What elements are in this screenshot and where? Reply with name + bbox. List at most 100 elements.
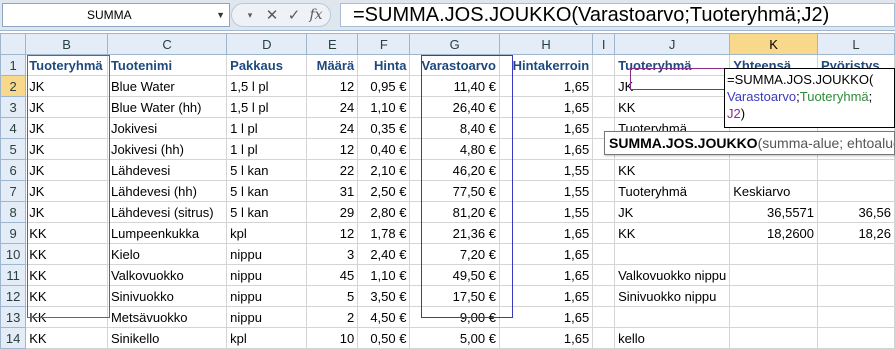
cell-I6[interactable] (592, 159, 616, 181)
cell-C3[interactable]: Blue Water (hh) (106, 96, 228, 118)
cell-E6[interactable]: 22 (306, 159, 359, 181)
cell-C7[interactable]: Lähdevesi (hh) (106, 180, 228, 202)
tooltip-function-name[interactable]: SUMMA.JOS.JOUKKO (609, 135, 758, 151)
cell-E11[interactable]: 45 (306, 264, 359, 286)
cell-D6[interactable]: 5 l kan (226, 159, 308, 181)
cell-H14[interactable]: 1,65 (498, 327, 594, 349)
cell-F10[interactable]: 2,40 € (357, 243, 411, 265)
cell-E3[interactable]: 24 (306, 96, 359, 118)
cell-K6[interactable] (729, 159, 819, 181)
cell-H8[interactable]: 1,55 (498, 201, 594, 223)
cell-E10[interactable]: 3 (306, 243, 359, 265)
cell-J7[interactable]: Tuoteryhmä (614, 180, 731, 202)
cell-H1[interactable]: Hintakerroin (498, 54, 594, 76)
cell-F2[interactable]: 0,95 € (357, 75, 411, 97)
cell-L14[interactable] (817, 327, 895, 349)
cell-L10[interactable] (817, 243, 895, 265)
cell-L11[interactable] (817, 264, 895, 286)
cell-D9[interactable]: kpl (226, 222, 308, 244)
cell-E7[interactable]: 31 (306, 180, 359, 202)
cell-H6[interactable]: 1,55 (498, 159, 594, 181)
cell-F1[interactable]: Hinta (357, 54, 411, 76)
cell-D2[interactable]: 1,5 l pl (226, 75, 308, 97)
cell-L9[interactable]: 18,26 (817, 222, 895, 244)
column-header-E[interactable]: E (306, 33, 359, 55)
row-header[interactable]: 12 (0, 285, 27, 307)
row-header[interactable]: 14 (0, 327, 27, 349)
cell-E5[interactable]: 12 (306, 138, 359, 160)
column-header-C[interactable]: C (106, 33, 228, 55)
cell-E4[interactable]: 24 (306, 117, 359, 139)
row-header[interactable]: 4 (0, 117, 27, 139)
cell-E1[interactable]: Määrä (306, 54, 359, 76)
column-header-G[interactable]: G (409, 33, 500, 55)
cell-C9[interactable]: Lumpeenkukka (106, 222, 228, 244)
cell-J9[interactable]: KK (614, 222, 731, 244)
cell-L6[interactable] (817, 159, 895, 181)
row-header[interactable]: 8 (0, 201, 27, 223)
cell-F4[interactable]: 0,35 € (357, 117, 411, 139)
row-header[interactable]: 5 (0, 138, 27, 160)
cell-K13[interactable] (729, 306, 819, 328)
cell-B14[interactable]: KK (25, 327, 108, 349)
chevron-down-icon[interactable]: ▼ (216, 4, 225, 26)
cell-C6[interactable]: Lähdevesi (106, 159, 228, 181)
name-box[interactable]: SUMMA ▼ (2, 3, 230, 27)
cell-I11[interactable] (592, 264, 616, 286)
row-header[interactable]: 9 (0, 222, 27, 244)
cell-D14[interactable]: kpl (226, 327, 308, 349)
cell-D7[interactable]: 5 l kan (226, 180, 308, 202)
column-header-D[interactable]: D (226, 33, 308, 55)
cell-K10[interactable] (729, 243, 819, 265)
cell-F5[interactable]: 0,40 € (357, 138, 411, 160)
cell-I7[interactable] (592, 180, 616, 202)
cell-F9[interactable]: 1,78 € (357, 222, 411, 244)
cell-D1[interactable]: Pakkaus (226, 54, 308, 76)
cell-D12[interactable]: nippu (226, 285, 308, 307)
cell-D3[interactable]: 1,5 l pl (226, 96, 308, 118)
row-header[interactable]: 6 (0, 159, 27, 181)
cell-I14[interactable] (592, 327, 616, 349)
cell-L12[interactable] (817, 285, 895, 307)
column-header-H[interactable]: H (498, 33, 594, 55)
cell-H3[interactable]: 1,65 (498, 96, 594, 118)
column-header-I[interactable]: I (592, 33, 616, 55)
insert-function-icon[interactable]: fx (306, 6, 326, 25)
column-header-K[interactable]: K (729, 33, 819, 55)
cell-J13[interactable] (614, 306, 731, 328)
cell-E12[interactable]: 5 (306, 285, 359, 307)
dropdown-icon[interactable]: ▾ (240, 6, 260, 25)
row-header[interactable]: 3 (0, 96, 27, 118)
column-header-L[interactable]: L (817, 33, 895, 55)
cell-L8[interactable]: 36,56 (817, 201, 895, 223)
cell-F13[interactable]: 4,50 € (357, 306, 411, 328)
cell-C5[interactable]: Jokivesi (hh) (106, 138, 228, 160)
cell-D11[interactable]: nippu (226, 264, 308, 286)
select-all-corner[interactable] (0, 33, 27, 55)
cell-C14[interactable]: Sinikello (106, 327, 228, 349)
row-header[interactable]: 11 (0, 264, 27, 286)
cell-J12[interactable]: Sinivuokko nippu (614, 285, 731, 307)
cancel-icon[interactable]: ✕ (262, 6, 282, 25)
cell-H4[interactable]: 1,65 (498, 117, 594, 139)
cell-K11[interactable] (729, 264, 819, 286)
cell-E8[interactable]: 29 (306, 201, 359, 223)
cell-I3[interactable] (592, 96, 616, 118)
cell-F6[interactable]: 2,10 € (357, 159, 411, 181)
cell-L13[interactable] (817, 306, 895, 328)
cell-J14[interactable]: kello (614, 327, 731, 349)
cell-D13[interactable]: nippu (226, 306, 308, 328)
cell-C13[interactable]: Metsävuokko (106, 306, 228, 328)
cell-C8[interactable]: Lähdevesi (sitrus) (106, 201, 228, 223)
cell-C12[interactable]: Sinivuokko (106, 285, 228, 307)
cell-I1[interactable] (592, 54, 616, 76)
cell-F3[interactable]: 1,10 € (357, 96, 411, 118)
cell-E9[interactable]: 12 (306, 222, 359, 244)
cell-G14[interactable]: 5,00 € (409, 327, 500, 349)
cell-K8[interactable]: 36,5571 (729, 201, 819, 223)
cell-D5[interactable]: 1 l pl (226, 138, 308, 160)
cell-D10[interactable]: nippu (226, 243, 308, 265)
cell-I10[interactable] (592, 243, 616, 265)
cell-I12[interactable] (592, 285, 616, 307)
cell-C10[interactable]: Kielo (106, 243, 228, 265)
